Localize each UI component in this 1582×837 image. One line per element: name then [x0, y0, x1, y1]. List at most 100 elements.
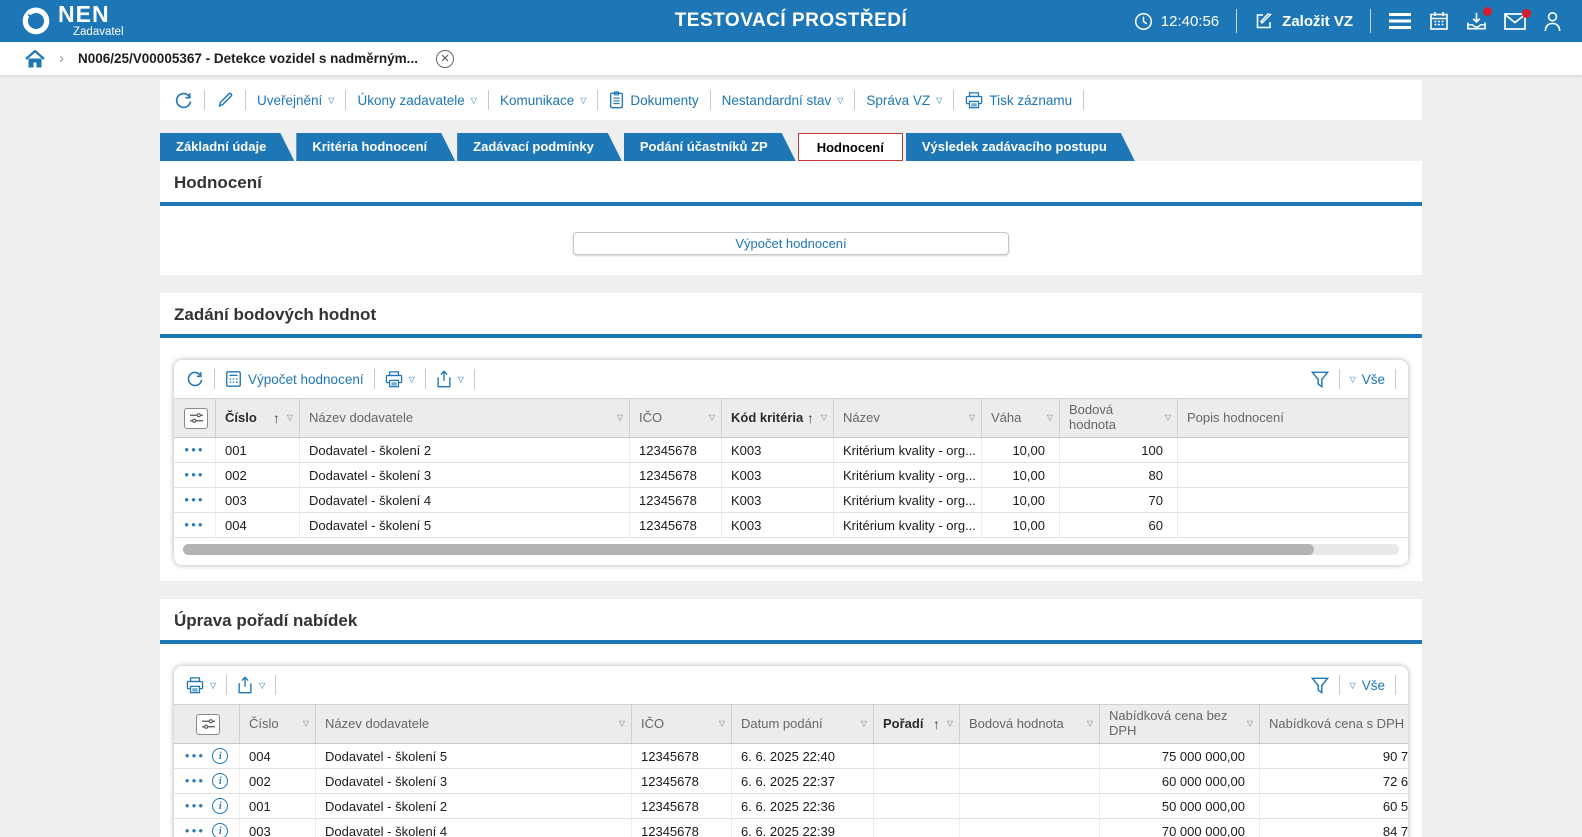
- column-header-ico[interactable]: IČO ▽: [630, 399, 722, 437]
- filter-preset-dropdown[interactable]: ▽ Vše: [1350, 372, 1385, 387]
- close-record-icon[interactable]: ✕: [435, 49, 454, 68]
- logo-title: NEN: [58, 1, 110, 28]
- tab-kriteria-hodnoceni[interactable]: Kritéria hodnocení: [296, 133, 455, 161]
- cell-ico: 12345678: [630, 463, 722, 487]
- info-icon[interactable]: i: [212, 823, 229, 837]
- column-filter-icon[interactable]: ▽: [619, 719, 625, 728]
- column-header-nazev-dodavatele[interactable]: Název dodavatele ▽: [300, 399, 630, 437]
- print-table-button[interactable]: ▽: [385, 370, 415, 388]
- column-filter-icon[interactable]: ▽: [1165, 413, 1171, 422]
- breadcrumb-item[interactable]: N006/25/V00005367 - Detekce vozidel s na…: [78, 51, 418, 66]
- user-icon[interactable]: [1543, 11, 1562, 32]
- row-menu-icon[interactable]: ●●●: [185, 802, 206, 810]
- filter-preset-dropdown[interactable]: ▽ Vše: [1350, 678, 1385, 693]
- toolbar-item-ukony-zadavatele[interactable]: Úkony zadavatele ▽: [357, 93, 476, 108]
- home-icon[interactable]: [25, 49, 45, 68]
- tab-vysledek-zadavaciho-postupu[interactable]: Výsledek zadávacího postupu: [906, 133, 1135, 161]
- printer-icon: [965, 91, 983, 109]
- column-header-nabidkova-cena-bez-dph[interactable]: Nabídková cena bez DPH ▽: [1100, 705, 1260, 743]
- column-filter-icon[interactable]: ▽: [969, 413, 975, 422]
- tab-podani-ucastniku-zp[interactable]: Podání účastníků ZP: [624, 133, 796, 161]
- table-row: ●●● 004 Dodavatel - školení 5 12345678 K…: [174, 513, 1408, 538]
- info-icon[interactable]: i: [212, 798, 229, 814]
- export-table-button[interactable]: ▽: [436, 370, 464, 388]
- tab-zadavaci-podminky[interactable]: Zadávací podmínky: [457, 133, 622, 161]
- cell-popis-hodnoceni: [1178, 463, 1408, 487]
- column-header-nabidkova-cena-s-dph[interactable]: Nabídková cena s DPH: [1260, 705, 1408, 743]
- tab-zakladni-udaje[interactable]: Základní údaje: [160, 133, 294, 161]
- row-menu-icon[interactable]: ●●●: [185, 827, 206, 835]
- toolbar-item-dokumenty[interactable]: Dokumenty: [609, 91, 699, 109]
- column-header-cislo[interactable]: Číslo ↑ ▽: [216, 399, 300, 437]
- vypocet-hodnoceni-button[interactable]: Výpočet hodnocení: [573, 232, 1009, 255]
- column-header-bodova-hodnota[interactable]: Bodová hodnota ▽: [960, 705, 1100, 743]
- scrollbar-thumb[interactable]: [183, 544, 1314, 555]
- create-vz-button[interactable]: Založit VZ: [1254, 11, 1353, 31]
- toolbar-item-sprava-vz[interactable]: Správa VZ ▽: [866, 93, 942, 108]
- column-header-poradi[interactable]: Pořadí ↑ ▽: [874, 705, 960, 743]
- cell-cena-s-dph: 72 600 000,00: [1382, 773, 1408, 789]
- sort-asc-icon: ↑: [932, 715, 940, 732]
- toolbar-item-nestandardni-stav[interactable]: Nestandardní stav ▽: [722, 93, 844, 108]
- cell-nazev: Kritérium kvality - org...: [834, 488, 982, 512]
- column-header-vaha[interactable]: Váha ▽: [982, 399, 1060, 437]
- column-filter-icon[interactable]: ▽: [287, 413, 293, 422]
- column-filter-icon[interactable]: ▽: [1047, 413, 1053, 422]
- print-table-button[interactable]: ▽: [186, 676, 216, 694]
- info-icon[interactable]: i: [212, 748, 229, 764]
- row-menu-icon[interactable]: ●●●: [184, 446, 205, 454]
- column-filter-icon[interactable]: ▽: [719, 719, 725, 728]
- column-header-nazev-dodavatele[interactable]: Název dodavatele ▽: [316, 705, 632, 743]
- column-header-popis-hodnoceni[interactable]: Popis hodnocení: [1178, 399, 1408, 437]
- calendar-icon[interactable]: [1429, 11, 1449, 31]
- row-menu-icon[interactable]: ●●●: [185, 777, 206, 785]
- create-vz-icon: [1254, 11, 1274, 31]
- row-menu-icon[interactable]: ●●●: [185, 752, 206, 760]
- column-filter-icon[interactable]: ▽: [709, 413, 715, 422]
- cell-cena-bez-dph: 70 000 000,00: [1100, 819, 1260, 837]
- cell-cena-bez-dph: 50 000 000,00: [1100, 794, 1260, 818]
- cell-cislo: 003: [240, 819, 316, 837]
- column-header-bodova-hodnota[interactable]: Bodová hodnota ▽: [1060, 399, 1178, 437]
- column-header-kod-kriteria[interactable]: Kód kritéria ↑ ▽: [722, 399, 834, 437]
- table-row: ●●● 002 Dodavatel - školení 3 12345678 K…: [174, 463, 1408, 488]
- row-menu-icon[interactable]: ●●●: [184, 471, 205, 479]
- filter-icon[interactable]: [1310, 677, 1329, 694]
- sort-asc-icon: ↑: [806, 409, 814, 426]
- vypocet-hodnoceni-action[interactable]: Výpočet hodnocení: [225, 370, 364, 388]
- row-menu-icon[interactable]: ●●●: [184, 496, 205, 504]
- app-logo[interactable]: NEN Zadavatel: [20, 3, 124, 39]
- toolbar-separator: [854, 90, 856, 110]
- toolbar-item-tisk-zaznamu[interactable]: Tisk záznamu: [965, 91, 1072, 109]
- column-filter-icon[interactable]: ▽: [1247, 719, 1253, 728]
- section-title: Hodnocení: [174, 173, 262, 192]
- refresh-icon[interactable]: [186, 370, 204, 388]
- refresh-icon[interactable]: [174, 91, 193, 110]
- cell-nazev-dodavatele: Dodavatel - školení 4: [316, 819, 632, 837]
- column-header-ico[interactable]: IČO ▽: [632, 705, 732, 743]
- column-header-datum-podani[interactable]: Datum podání ▽: [732, 705, 874, 743]
- column-filter-icon[interactable]: ▽: [303, 719, 309, 728]
- toolbar-item-uverejneni[interactable]: Uveřejnění ▽: [257, 93, 334, 108]
- toolbar-item-komunikace[interactable]: Komunikace ▽: [500, 93, 586, 108]
- column-settings-icon[interactable]: [184, 407, 208, 429]
- cell-ico: 12345678: [632, 819, 732, 837]
- menu-icon[interactable]: [1388, 12, 1412, 30]
- column-filter-icon[interactable]: ▽: [947, 719, 953, 728]
- cell-bodova-hodnota: [960, 794, 1100, 818]
- column-header-nazev[interactable]: Název ▽: [834, 399, 982, 437]
- filter-icon[interactable]: [1310, 371, 1329, 388]
- export-table-button[interactable]: ▽: [237, 676, 265, 694]
- column-settings-icon[interactable]: [196, 713, 220, 735]
- info-icon[interactable]: i: [212, 773, 229, 789]
- column-header-cislo[interactable]: Číslo ▽: [240, 705, 316, 743]
- chevron-down-icon: ▽: [408, 374, 415, 384]
- edit-record-icon[interactable]: [216, 91, 234, 109]
- column-filter-icon[interactable]: ▽: [861, 719, 867, 728]
- row-menu-icon[interactable]: ●●●: [184, 521, 205, 529]
- tab-hodnoceni[interactable]: Hodnocení: [797, 133, 903, 161]
- horizontal-scrollbar[interactable]: [183, 544, 1399, 555]
- column-filter-icon[interactable]: ▽: [821, 413, 827, 422]
- column-filter-icon[interactable]: ▽: [617, 413, 623, 422]
- column-filter-icon[interactable]: ▽: [1087, 719, 1093, 728]
